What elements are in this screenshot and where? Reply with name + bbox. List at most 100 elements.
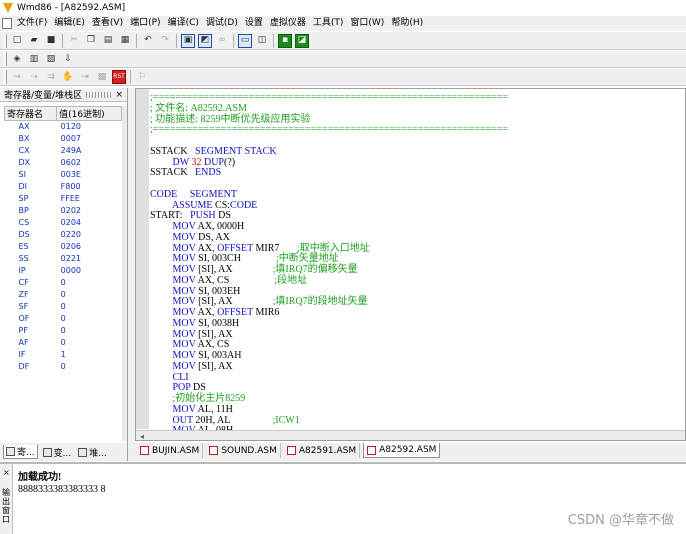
close-icon[interactable]: × (115, 90, 123, 100)
register-row[interactable]: BX 0007 (5, 133, 122, 145)
register-row[interactable]: CX 249A (5, 145, 122, 157)
register-row[interactable]: DS 0220 (5, 229, 122, 241)
column-header-value[interactable]: 值(16进制) (56, 106, 122, 121)
code-line[interactable]: SSTACK ENDS (150, 167, 685, 179)
register-row[interactable]: SS 0221 (5, 253, 122, 265)
register-value[interactable]: 0 (57, 301, 122, 313)
paste-icon[interactable]: ▤ (101, 34, 115, 48)
register-row[interactable]: ZF 0 (5, 289, 122, 301)
memory-window-icon[interactable]: ◩ (198, 33, 212, 48)
register-value[interactable]: 0602 (57, 157, 122, 169)
reset-icon[interactable]: RST (112, 70, 126, 84)
redo-icon[interactable]: ↷ (158, 34, 172, 48)
register-row[interactable]: SP FFEE (5, 193, 122, 205)
register-value[interactable]: FFEE (57, 193, 122, 205)
scroll-left-icon[interactable]: ◂ (140, 432, 144, 440)
breakpoint-icon[interactable]: ▩ (95, 70, 109, 84)
zoom-window-icon[interactable]: ◫ (255, 34, 269, 48)
run-icon[interactable]: → (10, 70, 24, 84)
register-value[interactable]: 0007 (57, 133, 122, 145)
register-value[interactable]: 0 (57, 313, 122, 325)
register-row[interactable]: AX 0120 (5, 121, 122, 134)
menu-compile[interactable]: 编译(C) (165, 17, 203, 30)
menu-virtual-instruments[interactable]: 虚拟仪器 (267, 17, 310, 30)
panel-grip[interactable] (86, 91, 112, 98)
open-folder-icon[interactable]: ▰ (27, 34, 41, 48)
menu-settings[interactable]: 设置 (242, 17, 267, 30)
tab-variables[interactable]: 变... (41, 445, 74, 459)
document-icon[interactable] (2, 18, 12, 29)
code-line[interactable]: ;=======================================… (150, 124, 685, 136)
register-value[interactable]: 0 (57, 325, 122, 337)
register-value[interactable]: 0204 (57, 217, 122, 229)
register-value[interactable]: F800 (57, 181, 122, 193)
device-icon[interactable]: ▪ (278, 33, 292, 48)
file-tab-bujin[interactable]: BUJIN.ASM (137, 443, 204, 458)
menu-view[interactable]: 查看(V) (89, 17, 127, 30)
stop-hand-icon[interactable]: ✋ (61, 70, 75, 84)
step-into-icon[interactable]: ⇢ (27, 70, 41, 84)
register-row[interactable]: CS 0204 (5, 217, 122, 229)
register-row[interactable]: DX 0602 (5, 157, 122, 169)
compile-icon[interactable]: ◈ (10, 52, 24, 66)
register-row[interactable]: PF 0 (5, 325, 122, 337)
register-row[interactable]: IF 1 (5, 349, 122, 361)
code-line[interactable]: MOV [SI], AX (150, 329, 685, 341)
new-file-icon[interactable]: □ (10, 34, 24, 48)
code-line[interactable]: MOV [SI], AX (150, 361, 685, 373)
cut-icon[interactable]: ✂ (67, 34, 81, 48)
register-value[interactable]: 0 (57, 289, 122, 301)
horizontal-scrollbar[interactable]: ◂ (136, 430, 685, 440)
file-tab-a82591[interactable]: A82591.ASM (284, 443, 361, 458)
build-icon[interactable]: ▧ (44, 52, 58, 66)
menu-port[interactable]: 端口(P) (127, 17, 164, 30)
tab-stack[interactable]: 堆... (76, 445, 109, 459)
register-scrollbar[interactable] (122, 106, 127, 441)
register-row[interactable]: OF 0 (5, 313, 122, 325)
link-icon[interactable]: ▥ (27, 52, 41, 66)
toolbar-grip[interactable] (4, 70, 7, 84)
register-value[interactable]: 1 (57, 349, 122, 361)
register-value[interactable]: 003E (57, 169, 122, 181)
copy-icon[interactable]: ❐ (84, 34, 98, 48)
code-editor[interactable]: ;=======================================… (135, 88, 686, 441)
code-line[interactable]: DW 32 DUP(?) (150, 157, 685, 169)
register-value[interactable]: 0000 (57, 265, 122, 277)
help-icon[interactable]: ⚐ (135, 70, 149, 84)
binoculars-icon[interactable]: ∞ (215, 34, 229, 48)
register-value[interactable]: 0 (57, 361, 122, 373)
code-line[interactable]: CLI (150, 372, 685, 384)
column-header-name[interactable]: 寄存器名 (3, 106, 58, 121)
oscilloscope-icon[interactable]: ◪ (295, 33, 309, 48)
load-icon[interactable]: ⇩ (61, 52, 75, 66)
menu-debug[interactable]: 调试(D) (203, 17, 242, 30)
register-value[interactable]: 0220 (57, 229, 122, 241)
register-row[interactable]: DI F800 (5, 181, 122, 193)
register-row[interactable]: BP 0202 (5, 205, 122, 217)
editor-gutter[interactable] (136, 89, 149, 429)
register-value[interactable]: 0221 (57, 253, 122, 265)
register-row[interactable]: ES 0206 (5, 241, 122, 253)
register-value[interactable]: 249A (57, 145, 122, 157)
output-window-icon[interactable]: ▭ (238, 33, 252, 48)
file-tab-a82592[interactable]: A82592.ASM (363, 443, 441, 458)
register-value[interactable]: 0 (57, 337, 122, 349)
toolbar-grip[interactable] (4, 52, 7, 66)
menu-window[interactable]: 窗口(W) (347, 17, 388, 30)
register-window-icon[interactable]: ▣ (181, 33, 195, 48)
run-to-cursor-icon[interactable]: ⇥ (78, 70, 92, 84)
register-row[interactable]: CF 0 (5, 277, 122, 289)
code-area[interactable]: ;=======================================… (150, 92, 685, 437)
register-row[interactable]: AF 0 (5, 337, 122, 349)
register-row[interactable]: DF 0 (5, 361, 122, 373)
menu-edit[interactable]: 编辑(E) (51, 17, 89, 30)
toolbar-grip[interactable] (4, 33, 7, 48)
print-icon[interactable]: ▦ (118, 34, 132, 48)
register-row[interactable]: SF 0 (5, 301, 122, 313)
register-value[interactable]: 0206 (57, 241, 122, 253)
menu-file[interactable]: 文件(F) (14, 17, 51, 30)
register-value[interactable]: 0120 (57, 121, 122, 134)
splitter[interactable] (128, 88, 135, 461)
code-line[interactable]: MOV AX, 0000H (150, 221, 685, 233)
menu-help[interactable]: 帮助(H) (388, 17, 427, 30)
